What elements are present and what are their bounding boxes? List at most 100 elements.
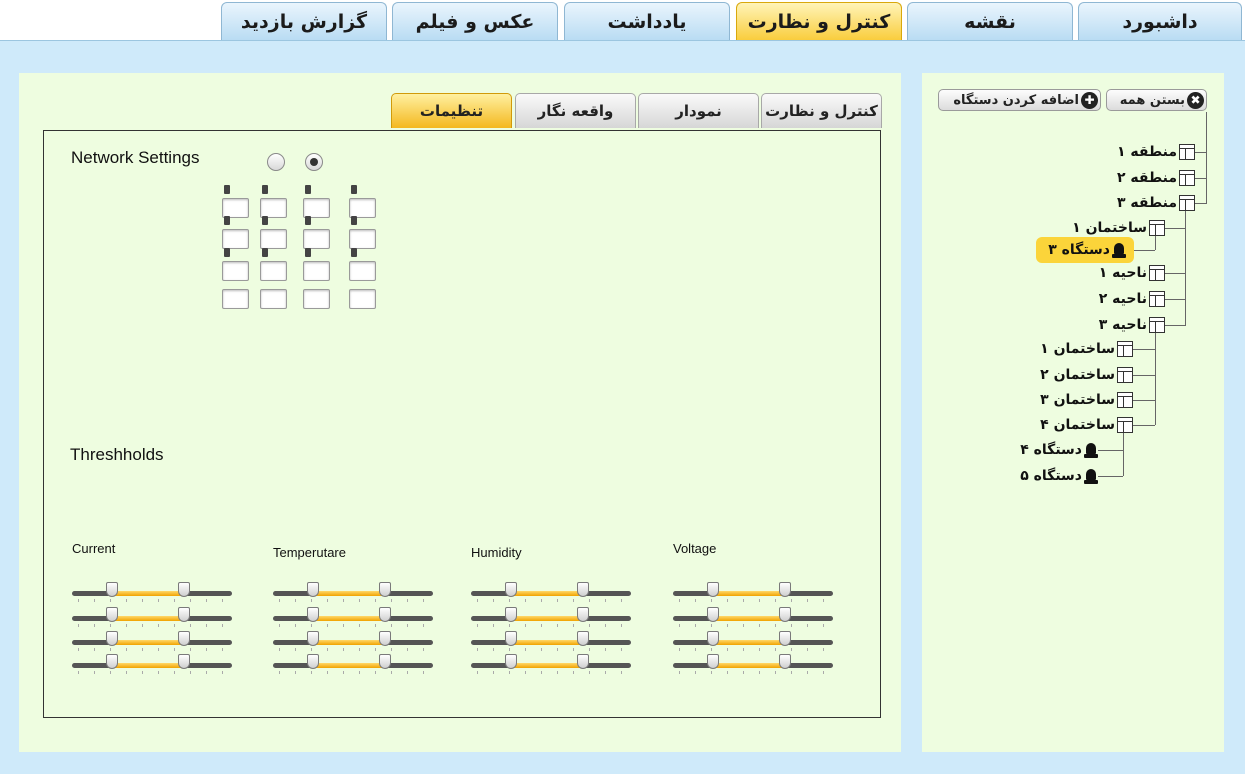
network-input-field[interactable] — [303, 261, 330, 281]
slider-max-thumb[interactable] — [379, 654, 391, 669]
tab-media[interactable]: عکس و فیلم — [392, 2, 558, 40]
network-input-field[interactable] — [222, 229, 249, 249]
network-input-field[interactable] — [260, 261, 287, 281]
slider-min-thumb[interactable] — [307, 582, 319, 597]
slider-min-thumb[interactable] — [307, 631, 319, 646]
network-input-field[interactable] — [222, 198, 249, 218]
range-slider[interactable] — [673, 607, 833, 629]
slider-max-thumb[interactable] — [577, 631, 589, 646]
network-input-field[interactable] — [260, 198, 287, 218]
slider-max-thumb[interactable] — [178, 582, 190, 597]
slider-max-thumb[interactable] — [779, 607, 791, 622]
field-marker — [262, 248, 268, 257]
slider-max-thumb[interactable] — [779, 654, 791, 669]
inner-tab-monitoring[interactable]: کنترل و نظارت — [761, 93, 882, 128]
slider-min-thumb[interactable] — [106, 654, 118, 669]
range-slider[interactable] — [273, 607, 433, 629]
network-input-field[interactable] — [349, 289, 376, 309]
slider-min-thumb[interactable] — [307, 607, 319, 622]
range-slider[interactable] — [471, 582, 631, 604]
inner-tab-chart[interactable]: نمودار — [638, 93, 759, 128]
slider-max-thumb[interactable] — [178, 631, 190, 646]
slider-max-thumb[interactable] — [577, 607, 589, 622]
range-slider[interactable] — [273, 631, 433, 653]
tree-node-building-2[interactable]: ساختمان ۲ — [1040, 365, 1133, 385]
slider-min-thumb[interactable] — [707, 654, 719, 669]
tree-node-zone-1[interactable]: ناحیه ۱ — [1099, 263, 1165, 283]
close-all-button[interactable]: ✖ بستن همه — [1106, 89, 1207, 111]
range-slider[interactable] — [72, 631, 232, 653]
add-device-button[interactable]: ✚ اضافه کردن دستگاه — [938, 89, 1101, 111]
slider-min-thumb[interactable] — [505, 631, 517, 646]
tree-node-device-3[interactable]: دستگاه ۳ — [1036, 237, 1134, 263]
tree-node-building-4[interactable]: ساختمان ۴ — [1040, 415, 1133, 435]
range-slider[interactable] — [273, 654, 433, 676]
tree-node-building-3[interactable]: ساختمان ۳ — [1040, 390, 1133, 410]
slider-range-fill — [112, 640, 184, 645]
slider-max-thumb[interactable] — [779, 631, 791, 646]
slider-max-thumb[interactable] — [379, 582, 391, 597]
tree-node-region-1[interactable]: منطقه ۱ — [1117, 142, 1195, 162]
network-input-field[interactable] — [303, 198, 330, 218]
network-input-field[interactable] — [260, 229, 287, 249]
slider-max-thumb[interactable] — [379, 607, 391, 622]
range-slider[interactable] — [72, 607, 232, 629]
network-input-field[interactable] — [222, 289, 249, 309]
network-input-field[interactable] — [349, 198, 376, 218]
network-radio-1[interactable] — [267, 153, 285, 171]
slider-max-thumb[interactable] — [577, 582, 589, 597]
range-slider[interactable] — [72, 582, 232, 604]
tree-node-zone-3[interactable]: ناحیه ۳ — [1099, 315, 1165, 335]
slider-min-thumb[interactable] — [106, 631, 118, 646]
slider-ticks — [78, 648, 226, 651]
tree-line — [1132, 400, 1155, 401]
slider-max-thumb[interactable] — [577, 654, 589, 669]
range-slider[interactable] — [72, 654, 232, 676]
slider-min-thumb[interactable] — [505, 582, 517, 597]
tree-node-building-1b[interactable]: ساختمان ۱ — [1040, 339, 1133, 359]
slider-min-thumb[interactable] — [106, 582, 118, 597]
inner-tab-settings[interactable]: تنظیمات — [391, 93, 512, 128]
tree-node-region-2[interactable]: منطقه ۲ — [1117, 168, 1195, 188]
range-slider[interactable] — [471, 631, 631, 653]
slider-min-thumb[interactable] — [707, 631, 719, 646]
slider-range-fill — [511, 663, 583, 668]
tree-line — [1132, 375, 1155, 376]
tree-node-device-5[interactable]: دستگاه ۵ — [1020, 466, 1098, 486]
tab-visit-report[interactable]: گزارش بازدید — [221, 2, 387, 40]
slider-max-thumb[interactable] — [779, 582, 791, 597]
slider-max-thumb[interactable] — [178, 654, 190, 669]
slider-max-thumb[interactable] — [379, 631, 391, 646]
range-slider[interactable] — [273, 582, 433, 604]
network-radio-2[interactable] — [305, 153, 323, 171]
threshold-label: Current — [72, 541, 116, 556]
tree-node-zone-2[interactable]: ناحیه ۲ — [1099, 289, 1165, 309]
tree-node-device-4[interactable]: دستگاه ۴ — [1020, 440, 1098, 460]
network-input-field[interactable] — [222, 261, 249, 281]
network-input-field[interactable] — [303, 229, 330, 249]
network-input-field[interactable] — [349, 261, 376, 281]
slider-min-thumb[interactable] — [307, 654, 319, 669]
range-slider[interactable] — [471, 654, 631, 676]
network-input-field[interactable] — [349, 229, 376, 249]
range-slider[interactable] — [673, 654, 833, 676]
close-all-label: بستن همه — [1119, 92, 1185, 108]
slider-min-thumb[interactable] — [707, 607, 719, 622]
inner-tab-event-log[interactable]: واقعه نگار — [515, 93, 636, 128]
slider-min-thumb[interactable] — [707, 582, 719, 597]
tab-dashboard[interactable]: داشبورد — [1078, 2, 1242, 40]
slider-min-thumb[interactable] — [505, 607, 517, 622]
range-slider[interactable] — [673, 631, 833, 653]
slider-min-thumb[interactable] — [505, 654, 517, 669]
range-slider[interactable] — [673, 582, 833, 604]
tree-node-building-1[interactable]: ساختمان ۱ — [1072, 218, 1165, 238]
slider-max-thumb[interactable] — [178, 607, 190, 622]
tab-map[interactable]: نقشه — [907, 2, 1073, 40]
tab-monitoring[interactable]: کنترل و نظارت — [736, 2, 902, 40]
network-input-field[interactable] — [260, 289, 287, 309]
tab-notes[interactable]: یادداشت — [564, 2, 730, 40]
tree-node-region-3[interactable]: منطقه ۳ — [1117, 193, 1195, 213]
slider-min-thumb[interactable] — [106, 607, 118, 622]
network-input-field[interactable] — [303, 289, 330, 309]
range-slider[interactable] — [471, 607, 631, 629]
